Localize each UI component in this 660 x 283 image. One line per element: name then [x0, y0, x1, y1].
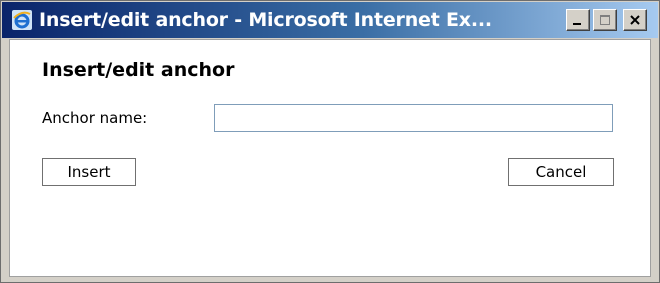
cancel-button[interactable]: Cancel	[508, 158, 614, 186]
window-title: Insert/edit anchor - Microsoft Internet …	[39, 9, 492, 31]
dialog-window: Insert/edit anchor - Microsoft Internet …	[0, 0, 660, 283]
minimize-button[interactable]	[566, 9, 590, 31]
close-button[interactable]	[623, 9, 647, 31]
anchor-name-label: Anchor name:	[42, 109, 148, 127]
dialog-heading: Insert/edit anchor	[42, 59, 235, 81]
maximize-icon	[599, 11, 611, 30]
close-icon	[629, 11, 641, 30]
maximize-button[interactable]	[593, 9, 617, 31]
minimize-icon	[572, 11, 584, 30]
internet-explorer-icon[interactable]	[11, 9, 33, 31]
title-bar[interactable]: Insert/edit anchor - Microsoft Internet …	[2, 2, 658, 38]
anchor-name-input[interactable]	[214, 104, 613, 132]
insert-button[interactable]: Insert	[42, 158, 136, 186]
